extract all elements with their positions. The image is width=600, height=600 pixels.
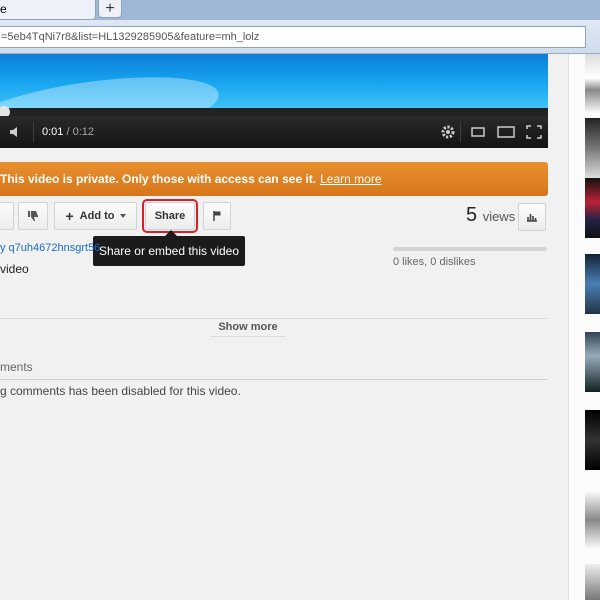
- tab-bar: e +: [0, 0, 600, 20]
- browser-tab[interactable]: e: [0, 0, 96, 20]
- chevron-down-icon: [119, 214, 126, 218]
- related-thumbnail[interactable]: [585, 118, 600, 178]
- address-input[interactable]: =5eb4TqNi7r8&list=HL1329285905&feature=m…: [0, 26, 586, 48]
- video-frame[interactable]: [0, 54, 548, 108]
- small-player-icon[interactable]: [466, 116, 490, 148]
- fullscreen-icon[interactable]: [522, 116, 546, 148]
- views-number: 5: [466, 204, 478, 226]
- related-thumbnail[interactable]: [585, 490, 600, 550]
- gear-icon[interactable]: [436, 116, 460, 148]
- bar-chart-icon: [527, 214, 537, 222]
- stats-button[interactable]: [518, 203, 546, 231]
- add-icon: +: [65, 208, 74, 224]
- related-videos-sidebar: [568, 54, 600, 600]
- video-description: video: [0, 262, 29, 276]
- plus-icon: +: [105, 0, 115, 17]
- player-controls: 0:01 / 0:12: [0, 116, 548, 148]
- flag-icon: [213, 211, 221, 221]
- comments-heading: ments: [0, 360, 548, 380]
- views-label: views: [482, 209, 516, 224]
- thumbs-down-icon: [28, 211, 38, 221]
- comments-disabled-note: g comments has been disabled for this vi…: [0, 384, 241, 398]
- new-tab-button[interactable]: +: [98, 0, 122, 18]
- time-separator: /: [63, 126, 73, 138]
- add-to-button[interactable]: + Add to: [54, 202, 137, 230]
- related-thumbnail[interactable]: [585, 178, 600, 238]
- video-progress-bar[interactable]: [0, 106, 548, 118]
- view-count: 5 views: [466, 204, 515, 227]
- learn-more-link[interactable]: Learn more: [320, 172, 381, 186]
- related-thumbnail[interactable]: [585, 564, 600, 600]
- share-button[interactable]: Share: [142, 199, 198, 233]
- show-more-button[interactable]: Show more: [210, 319, 286, 337]
- video-image-swoosh: [0, 64, 223, 108]
- controls-divider: [460, 122, 461, 142]
- dislike-button[interactable]: [18, 202, 48, 230]
- volume-icon[interactable]: [4, 116, 28, 148]
- share-tooltip: Share or embed this video: [93, 230, 245, 266]
- time-display: 0:01 / 0:12: [42, 116, 94, 148]
- page-content: 0:01 / 0:12 This video is private. Only …: [0, 54, 568, 600]
- add-to-label: Add to: [79, 210, 115, 222]
- likes-summary: 0 likes, 0 dislikes: [393, 256, 476, 268]
- related-thumbnail[interactable]: [585, 332, 600, 392]
- related-thumbnail[interactable]: [585, 410, 600, 470]
- current-time: 0:01: [42, 126, 64, 138]
- private-video-banner: This video is private. Only those with a…: [0, 162, 548, 196]
- tab-title: e: [0, 2, 7, 16]
- related-thumbnail[interactable]: [585, 54, 600, 114]
- related-thumbnail[interactable]: [585, 254, 600, 314]
- uploader-link[interactable]: y q7uh4672hnsgrt56: [0, 242, 100, 254]
- flag-button[interactable]: [203, 202, 231, 230]
- address-bar-area: =5eb4TqNi7r8&list=HL1329285905&feature=m…: [0, 20, 600, 54]
- controls-divider: [33, 122, 34, 142]
- banner-message: This video is private. Only those with a…: [0, 172, 317, 186]
- like-ratio-bar: [393, 247, 547, 251]
- large-player-icon[interactable]: [494, 116, 518, 148]
- duration-time: 0:12: [72, 126, 95, 138]
- share-label: Share: [154, 210, 186, 222]
- like-button[interactable]: [0, 202, 14, 230]
